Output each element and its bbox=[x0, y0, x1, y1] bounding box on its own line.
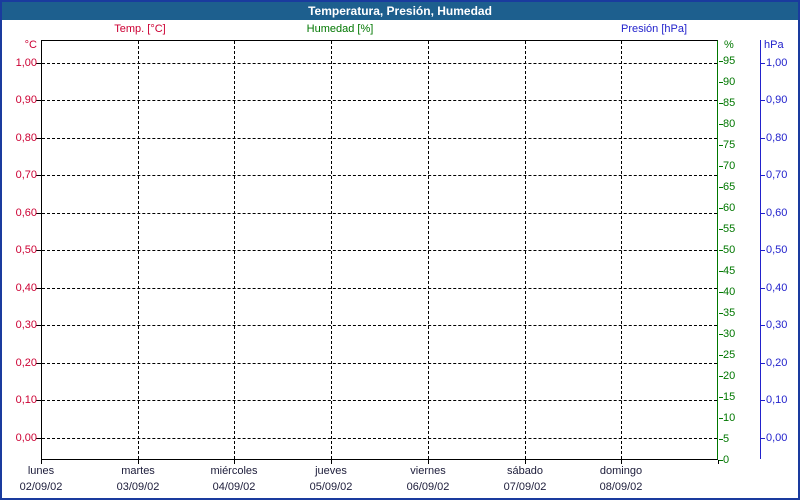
x-axis-date-label: 02/09/02 bbox=[19, 481, 63, 493]
celsius-tick-label: 0,10 bbox=[15, 394, 37, 406]
hpa-tick bbox=[761, 213, 765, 214]
h-gridline bbox=[42, 250, 717, 251]
x-axis-weekday-label: lunes bbox=[27, 465, 55, 477]
celsius-tick-label: 1,00 bbox=[15, 57, 37, 69]
percent-tick-label: 30 bbox=[723, 328, 736, 340]
legend-pressure: Presión [hPa] bbox=[620, 23, 688, 35]
hpa-tick bbox=[761, 325, 765, 326]
hpa-tick bbox=[761, 400, 765, 401]
hpa-tick-label: 0,10 bbox=[766, 394, 788, 406]
h-gridline bbox=[42, 438, 717, 439]
hpa-tick-label: 1,00 bbox=[766, 57, 788, 69]
day-gridline bbox=[331, 41, 332, 459]
celsius-tick-label: 0,70 bbox=[15, 169, 37, 181]
x-axis-date-label: 08/09/02 bbox=[599, 481, 643, 493]
celsius-tick-label: 0,80 bbox=[15, 132, 37, 144]
percent-tick-label: 10 bbox=[723, 412, 736, 424]
x-axis-weekday-label: domingo bbox=[599, 465, 643, 477]
plot-area bbox=[41, 40, 718, 460]
percent-tick-label: 35 bbox=[723, 307, 736, 319]
celsius-tick-label: 0,30 bbox=[15, 319, 37, 331]
hpa-tick-label: 0,00 bbox=[766, 432, 788, 444]
h-gridline bbox=[42, 100, 717, 101]
hpa-tick-label: 0,80 bbox=[766, 132, 788, 144]
legend-temperature: Temp. [°C] bbox=[114, 23, 166, 35]
percent-tick-label: 70 bbox=[723, 160, 736, 172]
percent-tick-label: 80 bbox=[723, 118, 736, 130]
celsius-tick-label: 0,40 bbox=[15, 282, 37, 294]
percent-tick-label: 20 bbox=[723, 370, 736, 382]
day-gridline bbox=[525, 41, 526, 459]
hpa-tick-label: 0,50 bbox=[766, 244, 788, 256]
percent-tick-label: 60 bbox=[723, 202, 736, 214]
hpa-tick bbox=[761, 288, 765, 289]
x-axis-weekday-label: miércoles bbox=[210, 465, 258, 477]
title-bar: Temperatura, Presión, Humedad bbox=[2, 2, 798, 20]
day-gridline bbox=[138, 41, 139, 459]
celsius-tick-label: 0,00 bbox=[15, 432, 37, 444]
hpa-tick bbox=[761, 250, 765, 251]
x-axis-date-label: 04/09/02 bbox=[212, 481, 256, 493]
x-axis-weekday-label: martes bbox=[121, 465, 155, 477]
x-axis-date-label: 03/09/02 bbox=[116, 481, 160, 493]
hpa-tick-label: 0,40 bbox=[766, 282, 788, 294]
x-axis-date-label: 07/09/02 bbox=[503, 481, 547, 493]
celsius-axis-header: °C bbox=[24, 39, 37, 51]
hpa-tick bbox=[761, 63, 765, 64]
h-gridline bbox=[42, 213, 717, 214]
h-gridline bbox=[42, 175, 717, 176]
h-gridline bbox=[42, 138, 717, 139]
page-title: Temperatura, Presión, Humedad bbox=[308, 4, 492, 18]
x-axis-date-label: 05/09/02 bbox=[309, 481, 353, 493]
percent-tick-label: 75 bbox=[723, 139, 736, 151]
percent-tick-label: 40 bbox=[723, 286, 736, 298]
hpa-tick bbox=[761, 138, 765, 139]
percent-tick-label: 25 bbox=[723, 349, 736, 361]
h-gridline bbox=[42, 288, 717, 289]
hpa-tick-label: 0,20 bbox=[766, 357, 788, 369]
hpa-tick-label: 0,90 bbox=[766, 94, 788, 106]
hpa-tick-label: 0,60 bbox=[766, 207, 788, 219]
x-axis-weekday-label: jueves bbox=[315, 465, 347, 477]
percent-tick-label: 50 bbox=[723, 244, 736, 256]
celsius-tick-label: 0,20 bbox=[15, 357, 37, 369]
hpa-tick-label: 0,30 bbox=[766, 319, 788, 331]
day-gridline bbox=[428, 41, 429, 459]
percent-axis-header: % bbox=[724, 39, 734, 51]
percent-tick-label: 0 bbox=[723, 454, 730, 466]
x-axis-tick bbox=[718, 460, 719, 464]
hpa-tick bbox=[761, 175, 765, 176]
h-gridline bbox=[42, 363, 717, 364]
hpa-tick-label: 0,70 bbox=[766, 169, 788, 181]
h-gridline bbox=[42, 63, 717, 64]
hpa-tick bbox=[761, 438, 765, 439]
x-axis-date-label: 06/09/02 bbox=[406, 481, 450, 493]
percent-tick-label: 65 bbox=[723, 181, 736, 193]
h-gridline bbox=[42, 400, 717, 401]
percent-tick-label: 90 bbox=[723, 76, 736, 88]
hpa-tick bbox=[761, 100, 765, 101]
weather-chart-page: Temperatura, Presión, Humedad Temp. [°C]… bbox=[0, 0, 800, 500]
hpa-axis-header: hPa bbox=[764, 39, 784, 51]
hpa-tick bbox=[761, 363, 765, 364]
celsius-tick-label: 0,90 bbox=[15, 94, 37, 106]
percent-tick-label: 55 bbox=[723, 223, 736, 235]
celsius-tick-label: 0,50 bbox=[15, 244, 37, 256]
day-gridline bbox=[621, 41, 622, 459]
h-gridline bbox=[42, 325, 717, 326]
day-gridline bbox=[234, 41, 235, 459]
x-axis-weekday-label: sábado bbox=[506, 465, 544, 477]
x-axis-weekday-label: viernes bbox=[410, 465, 446, 477]
percent-tick-label: 85 bbox=[723, 97, 736, 109]
percent-tick-label: 95 bbox=[723, 55, 736, 67]
percent-tick-label: 15 bbox=[723, 391, 736, 403]
celsius-tick-label: 0,60 bbox=[15, 207, 37, 219]
percent-tick-label: 5 bbox=[723, 433, 730, 445]
percent-tick-label: 45 bbox=[723, 265, 736, 277]
legend-humidity: Humedad [%] bbox=[306, 23, 374, 35]
